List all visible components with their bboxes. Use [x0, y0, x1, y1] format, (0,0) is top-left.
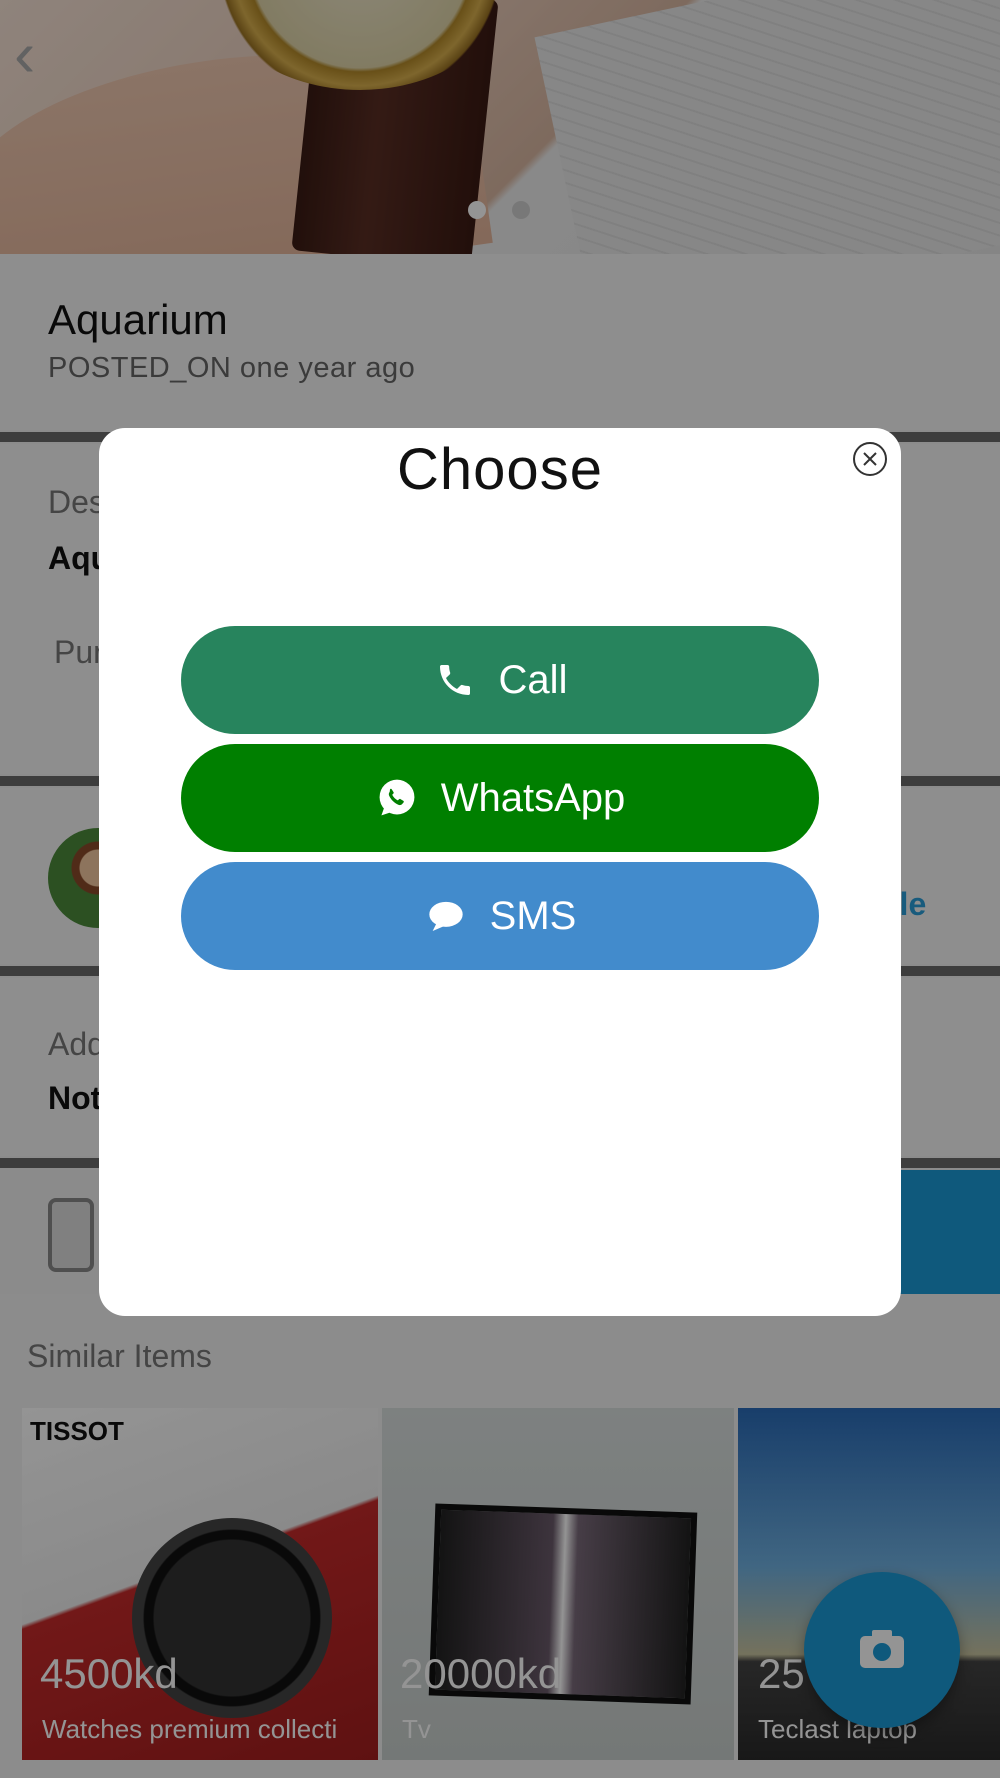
sms-label: SMS [489, 893, 577, 938]
dialog-title: Choose [397, 437, 603, 502]
call-label: Call [498, 657, 568, 702]
whatsapp-button[interactable]: WhatsApp [181, 744, 819, 852]
whatsapp-icon [375, 776, 419, 820]
chat-bubble-icon [424, 894, 468, 938]
call-button[interactable]: Call [181, 626, 819, 734]
contact-chooser-dialog: Choose Call WhatsApp SMS [99, 428, 901, 1316]
sms-button[interactable]: SMS [181, 862, 819, 970]
close-icon[interactable] [853, 442, 887, 476]
phone-icon [433, 658, 477, 702]
whatsapp-label: WhatsApp [440, 775, 626, 820]
